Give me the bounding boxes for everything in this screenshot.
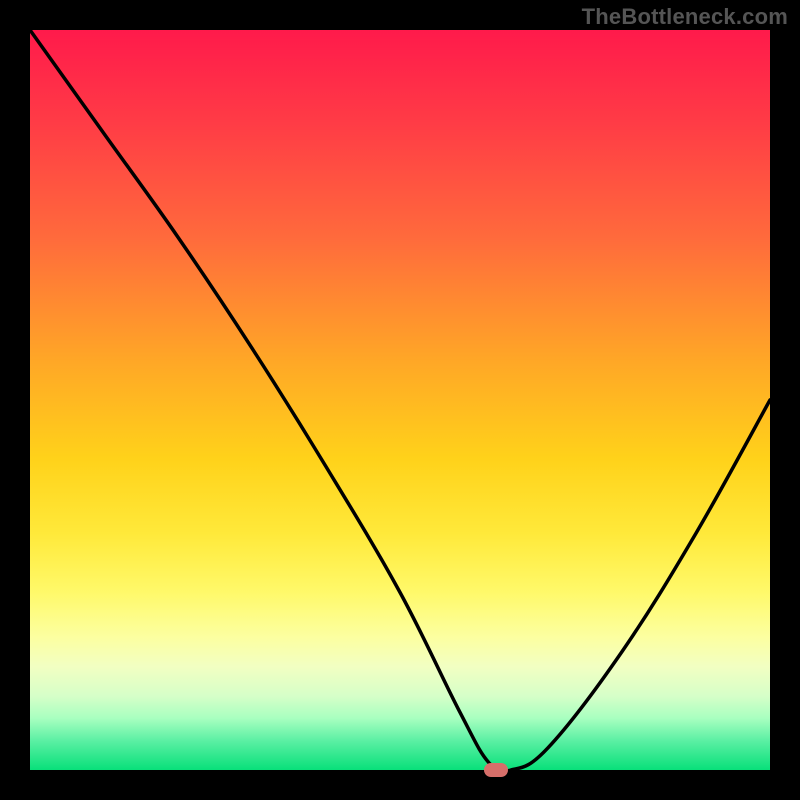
bottleneck-curve <box>30 30 770 770</box>
watermark-text: TheBottleneck.com <box>582 4 788 30</box>
plot-area <box>30 30 770 770</box>
optimal-marker <box>484 763 508 777</box>
chart-frame: TheBottleneck.com <box>0 0 800 800</box>
